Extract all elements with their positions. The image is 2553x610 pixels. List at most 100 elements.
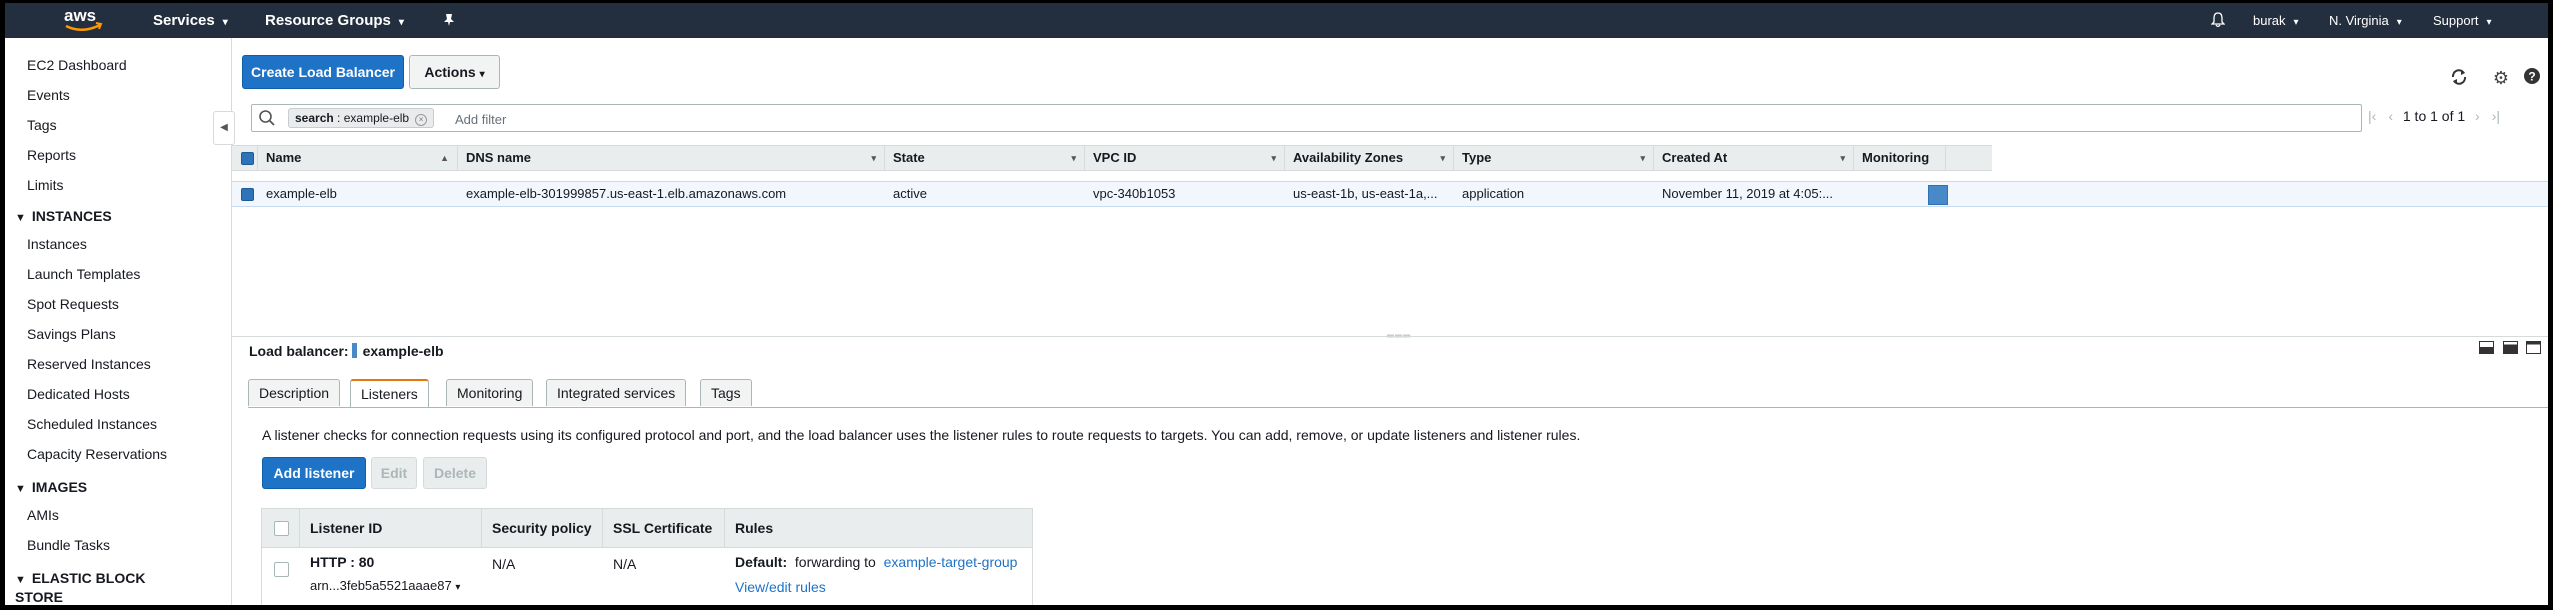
add-filter-input[interactable]: [453, 109, 757, 129]
tab-listeners[interactable]: Listeners: [350, 379, 429, 408]
sort-asc-icon: ▲: [440, 153, 449, 163]
chevron-down-icon: ▾: [222, 17, 228, 28]
support-menu[interactable]: Support ▾: [2433, 3, 2492, 38]
sidebar-item-ec2-dashboard[interactable]: EC2 Dashboard: [27, 57, 127, 73]
first-page-icon[interactable]: |‹: [2368, 108, 2376, 124]
resource-groups-menu[interactable]: Resource Groups ▾: [265, 3, 404, 38]
pin-icon[interactable]: [443, 3, 455, 38]
main-content: Create Load Balancer Actions ▾ ⚙ ? searc…: [232, 38, 2548, 605]
listeners-table-header: Listener ID Security policy SSL Certific…: [261, 508, 1033, 548]
rules-default-label: Default:: [735, 554, 788, 570]
top-navigation: aws Services ▾ Resource Groups ▾ burak ▾ N.…: [5, 3, 2548, 38]
select-all-checkbox[interactable]: [241, 152, 254, 165]
region-menu[interactable]: N. Virginia ▾: [2329, 3, 2402, 38]
tab-description[interactable]: Description: [248, 379, 341, 406]
user-name: burak: [2253, 13, 2286, 28]
target-group-link[interactable]: example-target-group: [884, 554, 1018, 570]
load-balancer-marker: [351, 343, 357, 358]
services-menu[interactable]: Services ▾: [153, 3, 228, 38]
user-menu[interactable]: burak ▾: [2253, 3, 2299, 38]
listener-id: HTTP : 80: [310, 554, 375, 570]
sidebar-item-reports[interactable]: Reports: [27, 147, 76, 163]
prev-page-icon[interactable]: ‹: [2388, 108, 2393, 124]
edit-button[interactable]: Edit: [371, 457, 417, 489]
select-all-cell: [262, 509, 300, 547]
token-key: search: [295, 111, 334, 125]
sidebar-section-ebs[interactable]: ▼ ELASTIC BLOCK STORE: [15, 570, 165, 605]
chevron-down-icon: ▾: [1071, 153, 1076, 163]
delete-button[interactable]: Delete: [423, 457, 487, 489]
sidebar-item-savings-plans[interactable]: Savings Plans: [27, 326, 116, 342]
select-all-listeners-checkbox[interactable]: [274, 521, 289, 536]
last-page-icon[interactable]: ›|: [2492, 108, 2500, 124]
sidebar-section-instances[interactable]: ▼ INSTANCES: [15, 208, 112, 224]
next-page-icon[interactable]: ›: [2475, 108, 2480, 124]
panel-split-icon[interactable]: [2503, 341, 2518, 357]
cell-vpc-id: vpc-340b1053: [1093, 186, 1176, 201]
sidebar: EC2 Dashboard Events Tags Reports Limits…: [5, 38, 232, 605]
column-vpc-id[interactable]: VPC ID ▾: [1085, 146, 1285, 170]
chevron-down-icon: ▾: [455, 582, 461, 593]
token-separator: :: [333, 111, 344, 125]
listener-arn[interactable]: arn...3feb5a5521aaae87 ▾: [310, 578, 460, 593]
column-state[interactable]: State ▾: [885, 146, 1085, 170]
sidebar-section-images[interactable]: ▼ IMAGES: [15, 479, 87, 495]
column-name[interactable]: Name ▲: [258, 146, 458, 170]
sidebar-item-launch-templates[interactable]: Launch Templates: [27, 266, 140, 282]
sidebar-item-capacity-reservations[interactable]: Capacity Reservations: [27, 446, 167, 462]
listener-row-checkbox[interactable]: [274, 562, 289, 577]
tab-integrated-services[interactable]: Integrated services: [546, 379, 687, 406]
tab-tags[interactable]: Tags: [700, 379, 752, 406]
bell-icon[interactable]: [2210, 3, 2226, 38]
gear-icon[interactable]: ⚙: [2490, 67, 2512, 89]
filter-token[interactable]: search : example-elb ×: [288, 108, 435, 128]
listener-row: HTTP : 80 arn...3feb5a5521aaae87 ▾ N/A N…: [261, 547, 1033, 605]
monitoring-icon[interactable]: [1928, 185, 1948, 205]
sidebar-item-limits[interactable]: Limits: [27, 177, 64, 193]
column-created-at[interactable]: Created At ▾: [1654, 146, 1854, 170]
column-listener-id: Listener ID: [300, 509, 482, 547]
detail-lb-name: example-elb: [362, 343, 444, 359]
pagination-text: 1 to 1 of 1: [2402, 108, 2466, 124]
search-icon: [258, 109, 276, 130]
tab-monitoring[interactable]: Monitoring: [446, 379, 534, 406]
sidebar-item-dedicated-hosts[interactable]: Dedicated Hosts: [27, 386, 130, 402]
chevron-down-icon: ▾: [1640, 153, 1645, 163]
aws-logo[interactable]: aws: [60, 3, 108, 35]
column-dns-name[interactable]: DNS name ▾: [458, 146, 885, 170]
section-label: INSTANCES: [31, 208, 112, 224]
cell-availability-zones: us-east-1b, us-east-1a,...: [1293, 186, 1438, 201]
remove-token-icon[interactable]: ×: [415, 114, 428, 126]
refresh-icon[interactable]: [2448, 68, 2470, 90]
services-label: Services: [153, 12, 215, 29]
create-load-balancer-button[interactable]: Create Load Balancer: [242, 55, 404, 89]
sidebar-item-bundle-tasks[interactable]: Bundle Tasks: [27, 537, 110, 553]
filter-bar[interactable]: search : example-elb ×: [251, 104, 2362, 132]
table-row[interactable]: example-elb example-elb-301999857.us-eas…: [232, 181, 2548, 207]
column-monitoring[interactable]: Monitoring: [1854, 146, 1946, 170]
actions-label: Actions: [424, 64, 476, 80]
row-checkbox[interactable]: [241, 188, 254, 201]
sidebar-item-reserved-instances[interactable]: Reserved Instances: [27, 356, 151, 372]
svg-text:?: ?: [2528, 70, 2535, 84]
actions-button[interactable]: Actions ▾: [409, 55, 500, 89]
svg-text:aws: aws: [64, 6, 96, 25]
panel-full-icon[interactable]: [2526, 341, 2541, 357]
sidebar-item-tags[interactable]: Tags: [27, 117, 57, 133]
sidebar-item-instances[interactable]: Instances: [27, 236, 87, 252]
sidebar-item-scheduled-instances[interactable]: Scheduled Instances: [27, 416, 157, 432]
view-edit-rules-link[interactable]: View/edit rules: [735, 579, 826, 595]
panel-bottom-icon[interactable]: [2479, 341, 2494, 357]
cell-state: active: [893, 186, 927, 201]
sidebar-item-amis[interactable]: AMIs: [27, 507, 59, 523]
cell-dns-name: example-elb-301999857.us-east-1.elb.amaz…: [466, 186, 787, 201]
add-listener-button[interactable]: Add listener: [262, 457, 366, 489]
sidebar-item-events[interactable]: Events: [27, 87, 70, 103]
sidebar-item-spot-requests[interactable]: Spot Requests: [27, 296, 119, 312]
support-label: Support: [2433, 13, 2479, 28]
chevron-down-icon: ▾: [2293, 17, 2299, 28]
column-availability-zones[interactable]: Availability Zones ▾: [1285, 146, 1454, 170]
help-icon[interactable]: ?: [2521, 67, 2543, 89]
chevron-down-icon: ▾: [398, 17, 404, 28]
column-type[interactable]: Type ▾: [1454, 146, 1654, 170]
